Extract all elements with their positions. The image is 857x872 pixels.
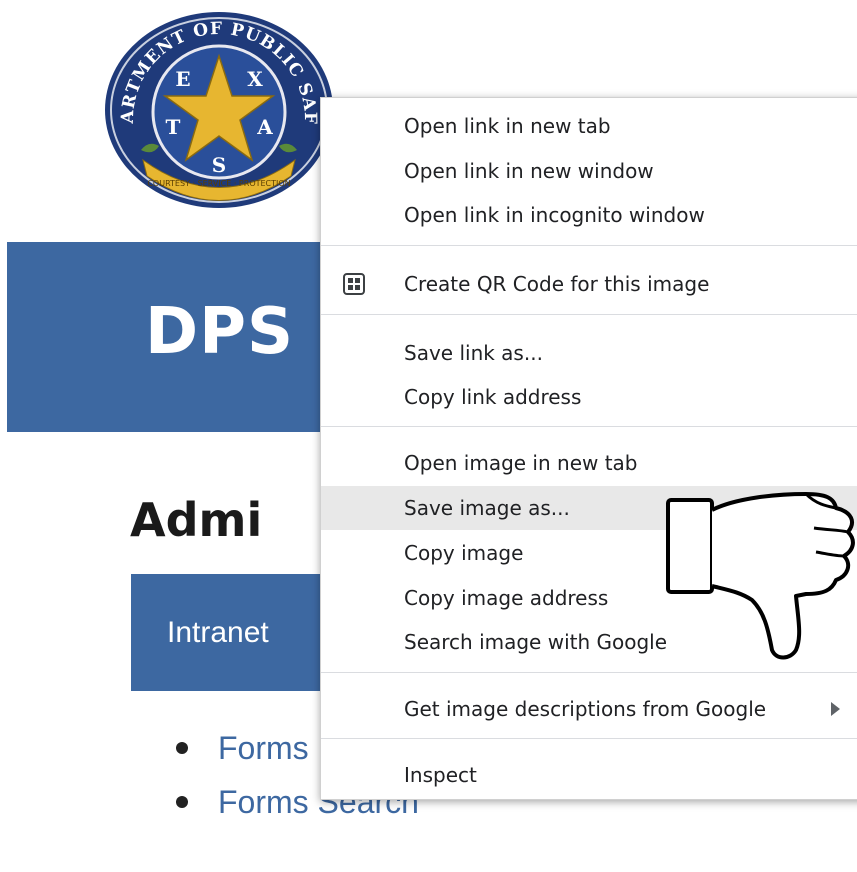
- menu-separator: [321, 245, 857, 246]
- svg-text:T: T: [166, 115, 181, 139]
- menu-item-label: Open link in new tab: [404, 114, 611, 138]
- menu-item-label: Open link in incognito window: [404, 203, 705, 227]
- submenu-arrow-icon: [831, 702, 840, 716]
- bullet-icon: [176, 742, 188, 754]
- thumbs-down-icon: [666, 492, 855, 660]
- menu-item-label: Copy image address: [404, 586, 609, 610]
- section-heading: Admi: [130, 493, 263, 547]
- menu-item-label: Copy image: [404, 541, 524, 565]
- intranet-tab-label: Intranet: [167, 616, 269, 649]
- menu-item-label: Search image with Google: [404, 630, 668, 654]
- menu-separator: [321, 314, 857, 315]
- banner-title: DPS: [145, 295, 295, 369]
- menu-item-save-link-as[interactable]: Save link as...: [321, 331, 857, 375]
- menu-item-open-image-new-tab[interactable]: Open image in new tab: [321, 441, 857, 485]
- menu-separator: [321, 426, 857, 427]
- svg-text:X: X: [247, 67, 263, 91]
- svg-text:E: E: [175, 67, 190, 91]
- menu-item-open-link-new-window[interactable]: Open link in new window: [321, 149, 857, 193]
- menu-separator: [321, 672, 857, 673]
- menu-separator: [321, 738, 857, 739]
- bullet-icon: [176, 796, 188, 808]
- menu-item-label: Get image descriptions from Google: [404, 697, 767, 721]
- dps-seal-logo[interactable]: DEPARTMENT OF PUBLIC SAFETY E X T A S CO…: [103, 10, 335, 210]
- menu-item-open-link-new-tab[interactable]: Open link in new tab: [321, 104, 857, 148]
- menu-item-get-image-descriptions[interactable]: Get image descriptions from Google: [321, 687, 857, 731]
- menu-item-create-qr-code[interactable]: Create QR Code for this image: [321, 262, 857, 306]
- menu-item-label: Create QR Code for this image: [404, 272, 710, 296]
- menu-item-label: Copy link address: [404, 385, 582, 409]
- qr-code-icon: [343, 273, 365, 295]
- menu-item-label: Inspect: [404, 763, 477, 787]
- svg-text:S: S: [212, 153, 226, 177]
- menu-item-label: Save link as...: [404, 341, 543, 365]
- menu-item-label: Save image as...: [404, 496, 570, 520]
- context-menu: Open link in new tab Open link in new wi…: [320, 97, 857, 800]
- menu-item-inspect[interactable]: Inspect: [321, 753, 857, 797]
- menu-item-copy-link-address[interactable]: Copy link address: [321, 375, 857, 419]
- svg-text:COURTESY · SERVICE · PROTECTIO: COURTESY · SERVICE · PROTECTION: [147, 179, 290, 188]
- menu-item-label: Open link in new window: [404, 159, 654, 183]
- menu-item-label: Open image in new tab: [404, 451, 638, 475]
- svg-text:A: A: [256, 115, 273, 139]
- forms-link[interactable]: Forms: [218, 730, 309, 766]
- menu-item-open-link-incognito[interactable]: Open link in incognito window: [321, 193, 857, 237]
